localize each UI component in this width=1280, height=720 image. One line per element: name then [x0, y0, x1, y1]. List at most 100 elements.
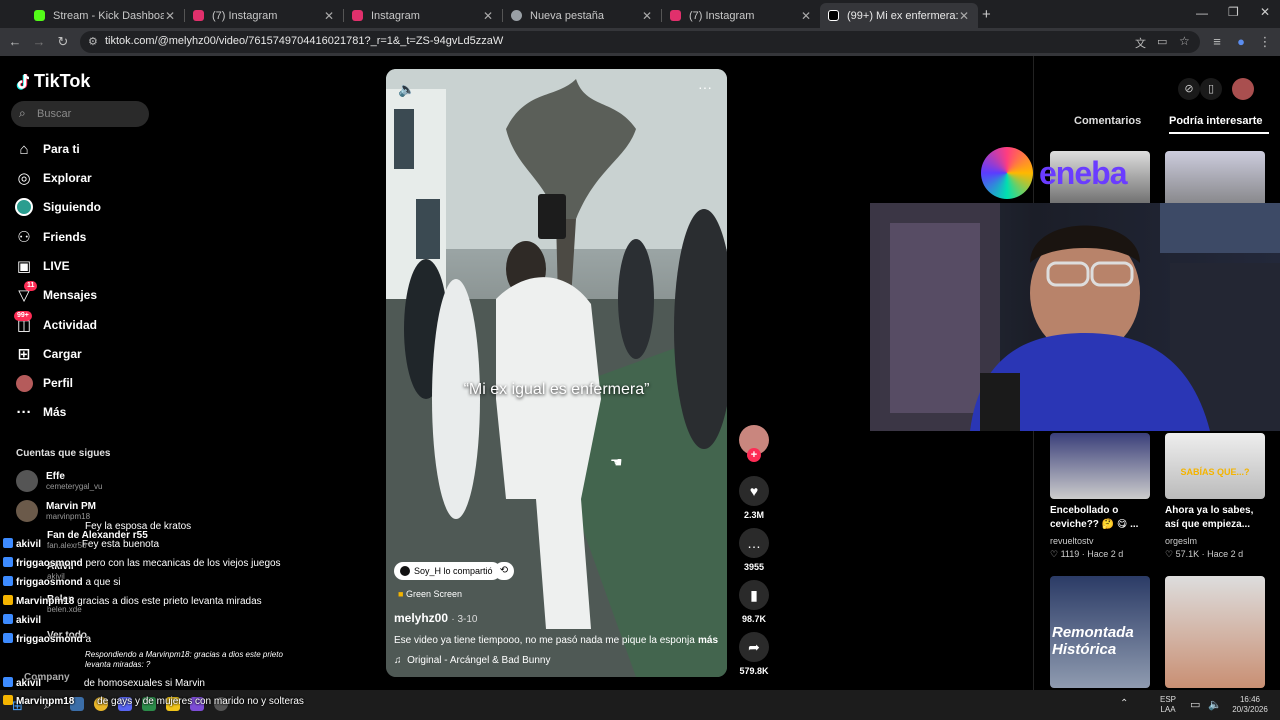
coins-icon[interactable]: ⊘ [1178, 78, 1200, 100]
tab-comentarios[interactable]: Comentarios [1074, 115, 1141, 127]
share-button[interactable]: ➦ 579.8K [737, 632, 771, 676]
music-note-icon: ♫ [394, 655, 402, 666]
browser-tab-active[interactable]: (99+) Mi ex enfermera: Un susto ✕ [820, 3, 978, 28]
cursor-icon: ☚ [610, 454, 623, 470]
close-window-button[interactable]: ✕ [1260, 5, 1270, 19]
shared-by-text: Soy_H lo compartió [414, 566, 493, 576]
video-music[interactable]: ♫ Original - Arcángel & Bad Bunny [394, 655, 550, 666]
card-title[interactable]: Ahora ya lo sabes, así que empieza... [1165, 504, 1261, 532]
shared-by-pill[interactable]: Soy_H lo compartió [394, 562, 501, 580]
chat-reply: Respondiendo a Marvinpm18: gracias a dio… [85, 650, 283, 669]
nav-item-actividad[interactable]: ◫ 99+ Actividad [14, 311, 97, 336]
like-button[interactable]: ♥ 2.3M [737, 476, 771, 520]
follow-plus-icon[interactable]: + [747, 448, 761, 462]
address-bar[interactable]: ⚙ tiktok.com/@melyhz00/video/76157497044… [80, 31, 1200, 53]
nav-item-mensajes[interactable]: ▽ 11 Mensajes [14, 281, 97, 306]
video-thumbnail[interactable] [1050, 433, 1150, 499]
creator-avatar[interactable]: + [737, 425, 771, 462]
close-icon[interactable]: ✕ [641, 9, 653, 23]
translate-icon[interactable]: 文 [1135, 35, 1146, 51]
nav-label: Cargar [43, 347, 82, 361]
account-item[interactable]: Marvin PM marvinpm18 [16, 500, 96, 522]
chat-message: Marvinpm18 de gays y de mujeres con mari… [3, 695, 304, 707]
reading-list-icon[interactable]: ≡ [1210, 35, 1224, 49]
chat-message: akivil Fey esta buenota [3, 538, 159, 550]
tiktok-logo[interactable]: TikTok [16, 71, 90, 92]
video-thumbnail[interactable] [1165, 576, 1265, 688]
card-title[interactable]: Encebollado o ceviche?? 🤔 😋 ... [1050, 504, 1146, 532]
close-icon[interactable]: ✕ [800, 9, 812, 23]
video-thumbnail[interactable]: Remontada Histórica [1050, 576, 1150, 688]
volume-icon[interactable]: 🔈 [398, 81, 415, 98]
upload-icon: ⊞ [17, 346, 31, 363]
video-player[interactable]: 🔈 ··· “Mi ex igual es enfermera” Soy_H l… [386, 69, 727, 677]
device-icon[interactable]: ▯ [1200, 78, 1222, 100]
profile-avatar[interactable] [1232, 78, 1254, 100]
more-options-icon[interactable]: ··· [698, 79, 712, 95]
browser-tab[interactable]: (7) Instagram ✕ [662, 3, 820, 28]
site-info-icon[interactable]: ⚙ [88, 35, 98, 48]
video-thumbnail[interactable]: SABÍAS QUE...? [1165, 433, 1265, 499]
maximize-button[interactable]: ❐ [1228, 5, 1239, 19]
nav-item-live[interactable]: ▣ LIVE [14, 255, 70, 277]
nav-item-cargar[interactable]: ⊞ Cargar [14, 343, 82, 365]
account-item[interactable]: Effe cemeterygal_vu [16, 470, 102, 492]
browser-tab[interactable]: Instagram ✕ [344, 3, 502, 28]
close-icon[interactable]: ✕ [958, 9, 970, 23]
nav-item-explorar[interactable]: ◎ Explorar [14, 167, 92, 189]
profile-avatar-icon[interactable]: ● [1234, 35, 1248, 49]
nav-label: Friends [43, 230, 87, 244]
forward-icon[interactable]: → [32, 35, 46, 49]
new-tab-button[interactable]: + [982, 6, 991, 23]
menu-icon[interactable]: ⋮ [1258, 35, 1272, 49]
search-input[interactable]: ⌕ Buscar [11, 101, 149, 127]
bookmark-star-icon[interactable]: ☆ [1179, 34, 1190, 48]
nav-item-mas[interactable]: ··· Más [14, 401, 67, 423]
close-icon[interactable]: ✕ [482, 9, 494, 23]
nav-label: Más [43, 405, 67, 419]
more-button[interactable]: más [698, 635, 718, 646]
video-author[interactable]: melyhz00 · 3-10 [394, 611, 478, 625]
account-name: Effe [46, 471, 65, 482]
nav-label: Para ti [43, 142, 80, 156]
account-handle: marvinpm18 [46, 512, 91, 521]
nav-label: Explorar [43, 171, 92, 185]
browser-tab[interactable]: Nueva pestaña ✕ [503, 3, 661, 28]
nav-item-perfil[interactable]: Perfil [14, 372, 73, 394]
tray-chevron-icon[interactable]: ⌃ [1120, 698, 1128, 709]
tab-title: (7) Instagram [689, 9, 755, 22]
nav-item-friends[interactable]: ⚇ Friends [14, 226, 86, 248]
minimize-button[interactable]: — [1196, 6, 1208, 20]
keyboard-language[interactable]: ESP LAA [1160, 695, 1176, 715]
author-name[interactable]: melyhz00 [394, 611, 448, 625]
tab-podria-interesarte[interactable]: Podría interesarte [1169, 115, 1263, 127]
nav-label: LIVE [43, 259, 70, 273]
card-author[interactable]: orgeslm [1165, 536, 1197, 546]
cast-icon[interactable]: ▭ [1157, 35, 1167, 48]
live-icon: ▣ [16, 258, 32, 275]
back-icon[interactable]: ← [8, 35, 22, 49]
volume-icon[interactable]: 🔈 [1208, 698, 1222, 711]
share-count: 579.8K [739, 666, 769, 676]
search-placeholder: Buscar [37, 108, 72, 120]
effect-tag[interactable]: ■ Green Screen [398, 589, 462, 599]
network-icon[interactable]: ▭ [1190, 698, 1200, 711]
close-icon[interactable]: ✕ [164, 9, 176, 23]
card-author[interactable]: revueltostv [1050, 536, 1094, 546]
repost-icon[interactable]: ⟲ [494, 562, 514, 580]
chat-message: akivil de homosexuales si Marvin [3, 677, 205, 689]
home-icon: ⌂ [19, 140, 29, 158]
browser-tab[interactable]: Stream - Kick Dashboard ✕ [26, 3, 184, 28]
browser-tab[interactable]: (7) Instagram ✕ [185, 3, 343, 28]
comment-icon: … [739, 528, 769, 558]
nav-item-siguiendo[interactable]: Siguiendo [14, 196, 101, 218]
save-button[interactable]: ▮ 98.7K [737, 580, 771, 624]
tiktok-icon [828, 10, 839, 21]
close-icon[interactable]: ✕ [323, 9, 335, 23]
nav-item-para-ti[interactable]: ⌂ Para ti [14, 138, 80, 160]
clock[interactable]: 16:46 20/3/2026 [1230, 695, 1270, 715]
comment-button[interactable]: … 3955 [737, 528, 771, 572]
browser-toolbar: ← → ↻ ⚙ tiktok.com/@melyhz00/video/76157… [0, 28, 1280, 56]
reload-icon[interactable]: ↻ [56, 35, 70, 49]
avatar [16, 500, 38, 522]
